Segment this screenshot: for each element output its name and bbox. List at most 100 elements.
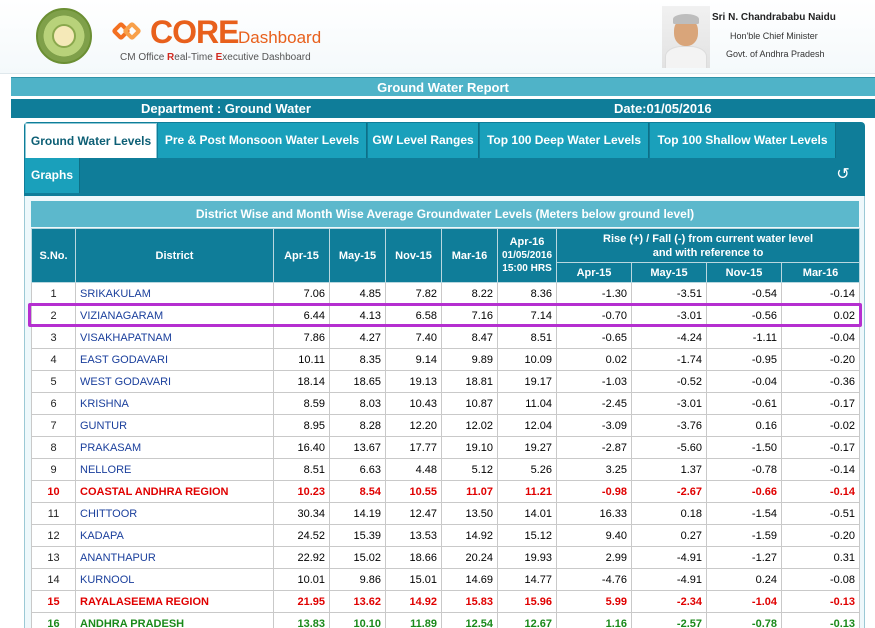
tab-ground-water-levels[interactable]: Ground Water Levels (25, 123, 157, 158)
logo-tagline: CM Office Real-Time Executive Dashboard (120, 52, 311, 63)
cell-district-link[interactable]: CHITTOOR (75, 502, 274, 525)
cell-r-mar16: -0.13 (780, 612, 861, 628)
cell-nov15: 6.58 (385, 304, 442, 327)
back-refresh-icon[interactable]: ↺ (834, 166, 852, 184)
cell-r-may15: -4.24 (631, 326, 707, 349)
cell-mar16: 7.16 (441, 304, 498, 327)
cell-r-may15: -3.01 (631, 304, 707, 327)
cm-photo (662, 6, 710, 68)
tab-top-100-shallow[interactable]: Top 100 Shallow Water Levels (650, 123, 836, 158)
cell-mar16: 12.02 (441, 414, 498, 437)
cell-r-mar16: -0.02 (780, 414, 861, 437)
cell-district-link[interactable]: VISAKHAPATNAM (75, 326, 274, 349)
cell-may15: 4.27 (329, 326, 386, 349)
cell-nov15: 15.01 (385, 568, 442, 591)
cell-district-link[interactable]: VIZIANAGARAM (75, 304, 274, 327)
cell-r-may15: -3.51 (631, 282, 707, 305)
cell-r-apr15: -2.87 (556, 436, 632, 459)
cell-district-link[interactable]: WEST GODAVARI (75, 370, 274, 393)
cell-r-nov15: -0.61 (706, 392, 782, 415)
cell-r-apr15: -1.03 (556, 370, 632, 393)
cell-district-link[interactable]: KRISHNA (75, 392, 274, 415)
tab-top-100-deep[interactable]: Top 100 Deep Water Levels (480, 123, 649, 158)
cell-district-link[interactable]: EAST GODAVARI (75, 348, 274, 371)
tab-pre-post-monsoon[interactable]: Pre & Post Monsoon Water Levels (158, 123, 367, 158)
cell-apr15: 22.92 (273, 546, 330, 569)
cell-r-mar16: -0.04 (780, 326, 861, 349)
table-row: 12 KADAPA 24.52 15.39 13.53 14.92 15.12 9.40 0.2… (31, 524, 861, 547)
cm-title: Hon'ble Chief Minister (730, 31, 818, 41)
cell-r-nov15: -0.66 (706, 480, 782, 503)
report-date: Date:01/05/2016 (614, 101, 712, 116)
table-row: 10 COASTAL ANDHRA REGION 10.23 8.54 10.55 11.… (31, 480, 861, 503)
cell-district-link[interactable]: COASTAL ANDHRA REGION (75, 480, 274, 503)
cell-sno: 9 (31, 458, 76, 481)
cell-r-may15: -2.57 (631, 612, 707, 628)
tab-graphs[interactable]: Graphs (25, 158, 80, 193)
cell-may15: 8.03 (329, 392, 386, 415)
cell-may15: 14.19 (329, 502, 386, 525)
cell-r-may15: -0.52 (631, 370, 707, 393)
cell-may15: 9.86 (329, 568, 386, 591)
cell-r-may15: -3.76 (631, 414, 707, 437)
cell-apr15: 18.14 (273, 370, 330, 393)
table-row: 6 KRISHNA 8.59 8.03 10.43 10.87 11.04 -2.45 -3.0… (31, 392, 861, 415)
cell-nov15: 12.47 (385, 502, 442, 525)
logo-sub: Dashboard (238, 28, 322, 47)
cell-r-may15: -2.67 (631, 480, 707, 503)
cell-apr15: 24.52 (273, 524, 330, 547)
table-row: 4 EAST GODAVARI 10.11 8.35 9.14 9.89 10.09 0.02… (31, 348, 861, 371)
table-row: 16 ANDHRA PRADESH 13.83 10.10 11.89 12.54 12.6… (31, 612, 861, 628)
header-mar16: Mar-16 (441, 228, 498, 283)
cell-district-link[interactable]: ANDHRA PRADESH (75, 612, 274, 628)
cell-may15: 8.35 (329, 348, 386, 371)
cell-nov15: 10.43 (385, 392, 442, 415)
cell-apr16: 11.04 (497, 392, 557, 415)
cell-r-may15: 0.27 (631, 524, 707, 547)
cell-apr15: 7.86 (273, 326, 330, 349)
tab-gw-level-ranges[interactable]: GW Level Ranges (368, 123, 479, 158)
cm-name: Sri N. Chandrababu Naidu (712, 12, 836, 23)
cell-district-link[interactable]: RAYALASEEMA REGION (75, 590, 274, 613)
cell-r-mar16: -0.13 (780, 590, 861, 613)
cell-district-link[interactable]: NELLORE (75, 458, 274, 481)
cell-district-link[interactable]: GUNTUR (75, 414, 274, 437)
cell-apr16: 15.96 (497, 590, 557, 613)
cell-apr15: 21.95 (273, 590, 330, 613)
cell-nov15: 10.55 (385, 480, 442, 503)
cell-nov15: 18.66 (385, 546, 442, 569)
header-rise-fall: Rise (+) / Fall (-) from current water l… (555, 228, 861, 263)
cell-apr16: 10.09 (497, 348, 557, 371)
cell-may15: 15.39 (329, 524, 386, 547)
cell-sno: 14 (31, 568, 76, 591)
cell-apr16: 12.04 (497, 414, 557, 437)
cell-r-mar16: -0.08 (780, 568, 861, 591)
table-row: 2 VIZIANAGARAM 6.44 4.13 6.58 7.16 7.14 -0.70 -3… (31, 304, 861, 327)
cell-mar16: 18.81 (441, 370, 498, 393)
department-bar: Department : Ground Water Date:01/05/201… (11, 99, 875, 118)
cell-nov15: 13.53 (385, 524, 442, 547)
cell-r-nov15: -1.11 (706, 326, 782, 349)
cell-district-link[interactable]: KADAPA (75, 524, 274, 547)
core-dashboard-logo[interactable]: CORE Dashboard CM Office Real-Time Execu… (111, 14, 322, 64)
table-row: 1 SRIKAKULAM 7.06 4.85 7.82 8.22 8.36 -1.30 -3.5… (31, 282, 861, 305)
cell-apr15: 6.44 (273, 304, 330, 327)
table-body: 1 SRIKAKULAM 7.06 4.85 7.82 8.22 8.36 -1.30 -3.5… (31, 282, 861, 628)
cell-district-link[interactable]: PRAKASAM (75, 436, 274, 459)
cell-r-mar16: 0.02 (780, 304, 861, 327)
cell-nov15: 7.82 (385, 282, 442, 305)
ap-emblem-logo (36, 8, 92, 64)
cell-mar16: 14.69 (441, 568, 498, 591)
cell-district-link[interactable]: KURNOOL (75, 568, 274, 591)
cell-district-link[interactable]: ANANTHAPUR (75, 546, 274, 569)
cell-may15: 18.65 (329, 370, 386, 393)
cell-r-mar16: -0.20 (780, 348, 861, 371)
cell-r-mar16: -0.14 (780, 480, 861, 503)
cell-nov15: 4.48 (385, 458, 442, 481)
logo-word: CORE (150, 14, 239, 50)
cell-mar16: 20.24 (441, 546, 498, 569)
cell-apr15: 8.51 (273, 458, 330, 481)
cell-r-mar16: -0.17 (780, 392, 861, 415)
cell-district-link[interactable]: SRIKAKULAM (75, 282, 274, 305)
cell-may15: 15.02 (329, 546, 386, 569)
